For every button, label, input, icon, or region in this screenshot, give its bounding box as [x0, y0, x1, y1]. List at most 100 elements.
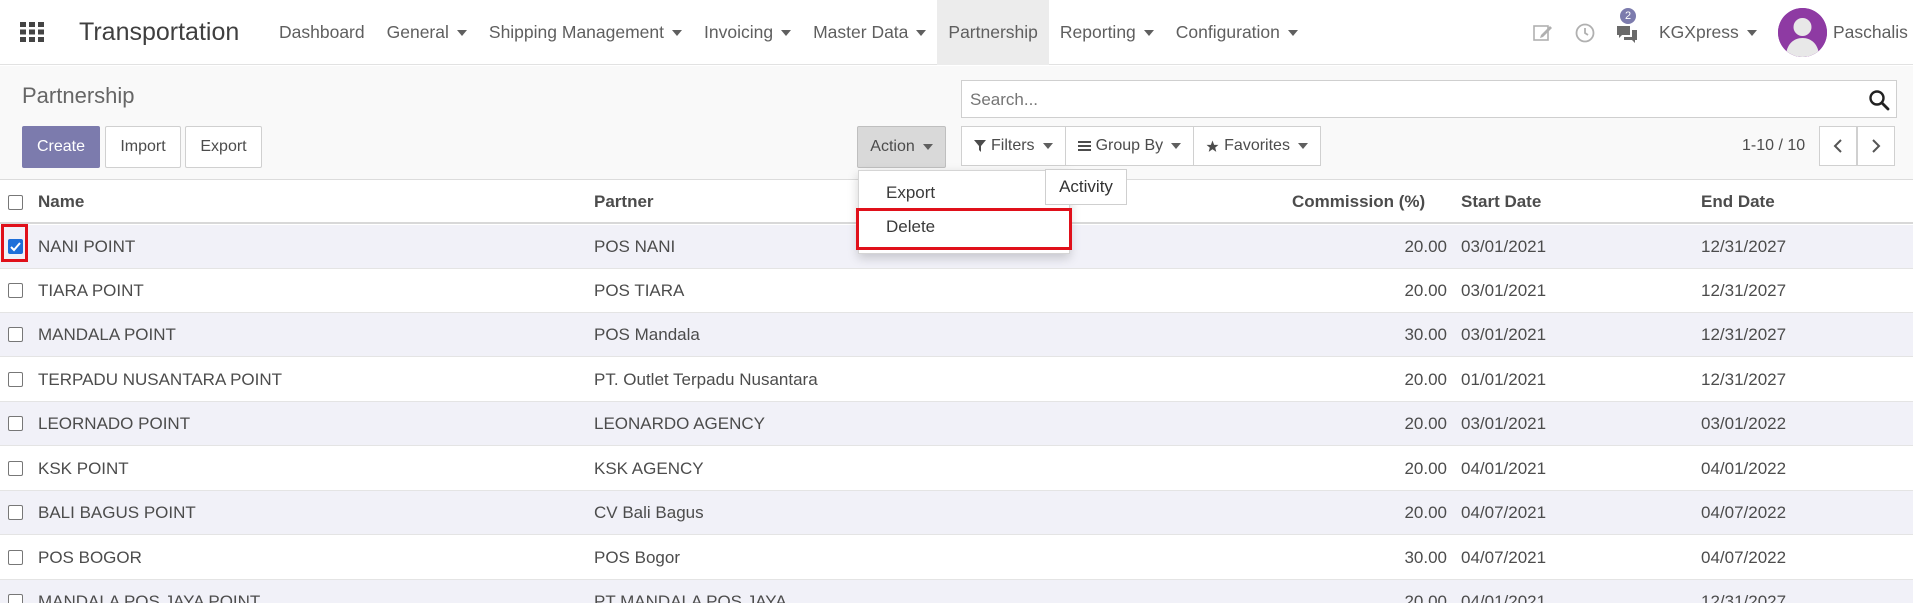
menu-partnership[interactable]: Partnership — [937, 0, 1049, 65]
cell-start: 03/01/2021 — [1461, 414, 1547, 433]
filters-label: Filters — [991, 137, 1035, 154]
search-icon[interactable] — [1868, 89, 1890, 111]
menu-general[interactable]: General — [376, 0, 478, 65]
main-menu: Dashboard General Shipping Management In… — [268, 0, 1309, 65]
cell-partner: POS Bogor — [594, 548, 680, 567]
cell-start: 04/01/2021 — [1461, 592, 1547, 603]
cell-start: 04/07/2021 — [1461, 503, 1547, 522]
search-input[interactable] — [970, 90, 1850, 110]
row-checkbox[interactable] — [8, 416, 23, 431]
column-name[interactable]: Name — [38, 192, 84, 212]
group-by-button[interactable]: Group By — [1066, 127, 1195, 165]
cell-name: MANDALA POINT — [38, 325, 176, 344]
cell-name: MANDALA POS JAYA POINT — [38, 592, 261, 603]
cell-name: TERPADU NUSANTARA POINT — [38, 370, 283, 389]
highlight-box-delete — [856, 208, 1072, 250]
cell-start: 03/01/2021 — [1461, 237, 1547, 256]
caret-down-icon — [916, 29, 927, 36]
action-button[interactable]: Action — [857, 126, 946, 168]
star-icon — [1206, 140, 1219, 152]
menu-label: Reporting — [1059, 22, 1136, 42]
table-row[interactable]: BALI BAGUS POINT CV Bali Bagus 20.00 04/07/… — [0, 491, 1913, 535]
cell-end: 04/07/2022 — [1701, 548, 1787, 567]
table-row[interactable]: MANDALA POS JAYA POINT PT MANDALA POS JAY… — [0, 580, 1913, 603]
menu-invoicing[interactable]: Invoicing — [693, 0, 802, 65]
caret-down-icon — [922, 144, 933, 150]
row-checkbox[interactable] — [8, 283, 23, 298]
caret-down-icon — [1042, 143, 1053, 149]
chevron-left-icon — [1833, 139, 1842, 153]
cell-name: NANI POINT — [38, 237, 136, 256]
menu-master-data[interactable]: Master Data — [802, 0, 937, 65]
highlight-box-checkbox — [1, 224, 28, 262]
table-row[interactable]: MANDALA POINT POS Mandala 30.00 03/01/2021 1… — [0, 313, 1913, 357]
table-row[interactable]: TERPADU NUSANTARA POINT PT. Outlet Terpad… — [0, 358, 1913, 402]
caret-down-icon — [781, 29, 792, 36]
export-button[interactable]: Export — [185, 126, 262, 168]
menu-label: Invoicing — [704, 22, 774, 42]
edit-icon[interactable] — [1532, 22, 1554, 44]
cell-name: LEORNADO POINT — [38, 414, 191, 433]
column-partner[interactable]: Partner — [594, 192, 654, 212]
row-checkbox[interactable] — [8, 505, 23, 520]
cell-name: TIARA POINT — [38, 281, 144, 300]
menu-reporting[interactable]: Reporting — [1049, 0, 1165, 65]
favorites-label: Favorites — [1224, 137, 1290, 154]
action-export-item[interactable]: Export — [859, 176, 1071, 210]
apps-grid-icon[interactable] — [20, 22, 44, 42]
cell-commission: 20.00 — [1404, 459, 1447, 478]
cell-name: POS BOGOR — [38, 548, 142, 567]
row-checkbox[interactable] — [8, 594, 23, 603]
cell-start: 04/07/2021 — [1461, 548, 1547, 567]
caret-down-icon — [1171, 143, 1182, 149]
caret-down-icon — [1287, 29, 1298, 36]
company-switcher[interactable]: KGXpress — [1659, 22, 1757, 43]
cell-name: KSK POINT — [38, 459, 129, 478]
top-navbar: Transportation Dashboard General Shippin… — [0, 0, 1913, 65]
user-name[interactable]: Paschalis — [1833, 22, 1908, 43]
menu-configuration[interactable]: Configuration — [1165, 0, 1309, 65]
table-row[interactable]: KSK POINT KSK AGENCY 20.00 04/01/2021 04/01/… — [0, 447, 1913, 491]
company-name: KGXpress — [1659, 22, 1739, 42]
message-count-badge: 2 — [1620, 8, 1636, 24]
table-row[interactable]: LEORNADO POINT LEONARDO AGENCY 20.00 03/01/… — [0, 402, 1913, 446]
select-all-checkbox[interactable] — [8, 195, 23, 210]
column-commission[interactable]: Commission (%) — [1292, 192, 1425, 212]
cell-end: 04/07/2022 — [1701, 503, 1787, 522]
pager-next-button[interactable] — [1857, 126, 1895, 166]
pager-value[interactable]: 1-10 / 10 — [1742, 137, 1805, 155]
activity-tooltip: Activity — [1045, 169, 1127, 205]
import-button[interactable]: Import — [105, 126, 181, 168]
menu-shipping-management[interactable]: Shipping Management — [478, 0, 693, 65]
table-row[interactable]: TIARA POINT POS TIARA 20.00 03/01/2021 12/31… — [0, 269, 1913, 313]
breadcrumb: Partnership — [22, 83, 135, 108]
cell-start: 01/01/2021 — [1461, 370, 1547, 389]
search-box[interactable] — [961, 80, 1897, 118]
action-label: Action — [870, 138, 915, 155]
column-end-date[interactable]: End Date — [1701, 192, 1775, 212]
caret-down-icon — [1143, 29, 1154, 36]
row-checkbox[interactable] — [8, 327, 23, 342]
filters-button[interactable]: Filters — [962, 127, 1066, 165]
create-button[interactable]: Create — [22, 126, 100, 168]
avatar[interactable] — [1778, 8, 1827, 57]
favorites-button[interactable]: Favorites — [1194, 127, 1320, 165]
menu-dashboard[interactable]: Dashboard — [268, 0, 376, 65]
row-checkbox[interactable] — [8, 372, 23, 387]
row-checkbox[interactable] — [8, 461, 23, 476]
filter-icon — [974, 140, 986, 152]
menu-label: Shipping Management — [488, 22, 665, 42]
cell-end: 12/31/2027 — [1701, 370, 1787, 389]
clock-icon[interactable] — [1574, 22, 1596, 44]
cell-partner: PT MANDALA POS JAYA — [594, 592, 787, 603]
group-by-label: Group By — [1095, 137, 1164, 154]
table-row[interactable]: POS BOGOR POS Bogor 30.00 04/07/2021 04/07/2… — [0, 536, 1913, 580]
user-avatar-icon — [1778, 8, 1827, 57]
cell-end: 12/31/2027 — [1701, 592, 1787, 603]
search-options: Filters Group By Favorites — [961, 126, 1321, 166]
pager-previous-button[interactable] — [1819, 126, 1857, 166]
chat-icon[interactable] — [1616, 23, 1638, 45]
row-checkbox[interactable] — [8, 550, 23, 565]
cell-partner: POS Mandala — [594, 325, 700, 344]
column-start-date[interactable]: Start Date — [1461, 192, 1541, 212]
